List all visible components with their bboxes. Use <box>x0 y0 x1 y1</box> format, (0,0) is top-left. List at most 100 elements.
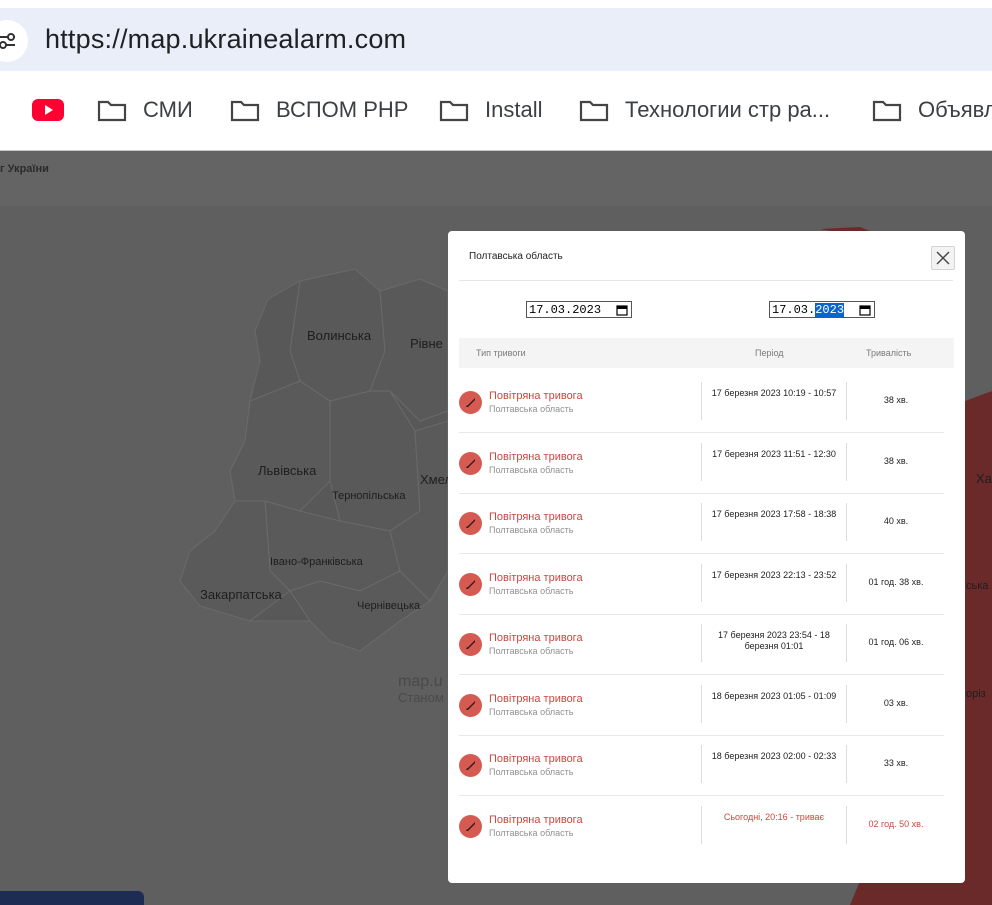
table-row[interactable]: Повітряна тривога Полтавська область 17 бе… <box>459 614 944 675</box>
alarm-type: Повітряна тривога <box>489 390 583 402</box>
column-divider <box>701 624 702 662</box>
map-label-ivano: Івано-Франківська <box>270 556 363 568</box>
column-divider <box>846 685 847 723</box>
alarm-region: Полтавська область <box>489 646 574 656</box>
table-row[interactable]: Повітряна тривога Полтавська область 17 бе… <box>459 493 944 554</box>
map-label-volyn: Волинська <box>307 328 372 343</box>
alarm-region: Полтавська область <box>489 707 574 717</box>
column-divider <box>701 503 702 541</box>
column-divider <box>701 685 702 723</box>
table-row[interactable]: Повітряна тривога Полтавська область 17 бе… <box>459 372 944 433</box>
alarm-duration: 38 хв. <box>883 456 909 466</box>
modal-divider <box>459 280 953 281</box>
modal-title: Полтавська область <box>469 251 563 262</box>
alarm-period: 17 березня 2023 23:54 - 18 березня 01:01 <box>718 630 830 651</box>
alarm-history-modal: Полтавська область 17.03. 2023 17.03. 2023… <box>448 231 965 883</box>
url-text[interactable]: https://map.ukrainealarm.com <box>45 24 406 55</box>
rocket-icon <box>459 754 482 777</box>
column-header-type: Тип тривоги <box>476 348 526 358</box>
bookmark-tech[interactable]: Технологии стр ра... <box>579 88 830 132</box>
date-to-input[interactable]: 17.03. 2023 <box>769 301 875 318</box>
bookmarks-bar: СМИ ВСПОМ PHP Install Технологии стр ра.… <box>0 88 992 132</box>
column-divider <box>846 443 847 481</box>
column-divider <box>846 503 847 541</box>
alarm-type: Повітряна тривога <box>489 632 583 644</box>
folder-icon <box>579 100 609 122</box>
alarm-region: Полтавська область <box>489 465 574 475</box>
alarm-duration: 38 хв. <box>883 395 909 405</box>
column-divider <box>701 443 702 481</box>
alarm-duration: 33 хв. <box>883 758 909 768</box>
table-header: Тип тривоги Період Тривалість <box>459 338 954 368</box>
bookmark-youtube[interactable] <box>32 88 80 132</box>
site-settings-icon[interactable] <box>0 20 28 62</box>
bookmark-label: СМИ <box>143 97 193 122</box>
close-button[interactable] <box>931 246 955 270</box>
calendar-icon[interactable] <box>859 304 871 316</box>
alarm-period: 18 березня 2023 01:05 - 01:09 <box>711 691 837 701</box>
column-header-duration: Тривалість <box>866 348 912 358</box>
alarm-type: Повітряна тривога <box>489 451 583 463</box>
map-bottom-button[interactable] <box>0 891 144 905</box>
bookmark-install[interactable]: Install <box>439 88 542 132</box>
table-row[interactable]: Повітряна тривога Полтавська область 17 бе… <box>459 433 944 494</box>
map-label-chernivtsi: Чернівецька <box>357 600 421 612</box>
bookmark-label: Технологии стр ра... <box>625 97 831 122</box>
rocket-icon <box>459 391 482 414</box>
alarm-period: Сьогодні, 20:16 - триває <box>723 812 825 822</box>
map-label-rivne: Рівне <box>410 336 443 351</box>
bookmark-overflow[interactable] <box>0 88 16 132</box>
map-watermark: map.u <box>398 673 443 690</box>
alarm-type: Повітряна тривога <box>489 572 583 584</box>
alarm-duration: 02 год. 50 хв. <box>868 819 924 829</box>
alarm-region: Полтавська область <box>489 586 574 596</box>
date-from-year: 2023 <box>572 302 602 317</box>
column-divider <box>846 745 847 783</box>
rocket-icon <box>459 573 482 596</box>
rocket-icon <box>459 694 482 717</box>
address-bar[interactable]: https://map.ukrainealarm.com <box>0 8 992 71</box>
table-row[interactable]: Повітряна тривога Полтавська область 18 бе… <box>459 735 944 796</box>
folder-icon <box>230 100 260 122</box>
table-row[interactable]: Повітряна тривога Полтавська область 18 бе… <box>459 675 944 736</box>
rocket-icon <box>459 815 482 838</box>
date-to-year: 2023 <box>815 302 845 317</box>
column-divider <box>701 382 702 420</box>
rocket-icon <box>459 452 482 475</box>
date-from-input[interactable]: 17.03. 2023 <box>526 301 632 318</box>
column-divider <box>846 806 847 844</box>
alarm-period: 17 березня 2023 22:13 - 23:52 <box>711 570 837 580</box>
alarm-type: Повітряна тривога <box>489 693 583 705</box>
close-icon <box>936 251 950 265</box>
alarm-region: Полтавська область <box>489 525 574 535</box>
browser-chrome: https://map.ukrainealarm.com СМИ ВСПОМ P… <box>0 0 992 151</box>
table-row[interactable]: Повітряна тривога Полтавська область 17 бе… <box>459 554 944 615</box>
alarm-type: Повітряна тривога <box>489 511 583 523</box>
bookmark-vspom[interactable]: ВСПОМ PHP <box>230 88 408 132</box>
alarm-period: 18 березня 2023 02:00 - 02:33 <box>711 751 837 761</box>
alarm-region: Полтавська область <box>489 828 574 838</box>
map-label-ternopil: Тернопільська <box>332 490 406 502</box>
table-row[interactable]: Повітряна тривога Полтавська область Сього… <box>459 796 944 856</box>
bookmark-label: ВСПОМ PHP <box>276 97 409 122</box>
map-label-zaporizh: оріз <box>966 688 986 700</box>
column-divider <box>701 806 702 844</box>
alarm-duration: 03 хв. <box>883 698 909 708</box>
alarm-duration: 01 год. 06 хв. <box>868 637 924 647</box>
map-label-lviv: Львівська <box>258 463 317 478</box>
alarm-type: Повітряна тривога <box>489 753 583 765</box>
map-label-zakarpattia: Закарпатська <box>200 587 282 602</box>
bookmark-smi[interactable]: СМИ <box>97 88 193 132</box>
bookmark-label: Install <box>485 97 543 122</box>
bookmark-ads[interactable]: Объявл <box>872 88 992 132</box>
date-from-daymonth: 17.03. <box>529 302 573 317</box>
column-header-period: Період <box>755 348 784 358</box>
alarm-duration: 01 год. 38 хв. <box>868 577 924 587</box>
date-to-daymonth: 17.03. <box>772 302 816 317</box>
map-status-text: Станом <box>398 690 444 705</box>
calendar-icon[interactable] <box>616 304 628 316</box>
alarm-period: 17 березня 2023 11:51 - 12:30 <box>712 449 836 459</box>
column-divider <box>701 745 702 783</box>
column-divider <box>846 564 847 602</box>
map-label-east: ська <box>966 580 989 592</box>
